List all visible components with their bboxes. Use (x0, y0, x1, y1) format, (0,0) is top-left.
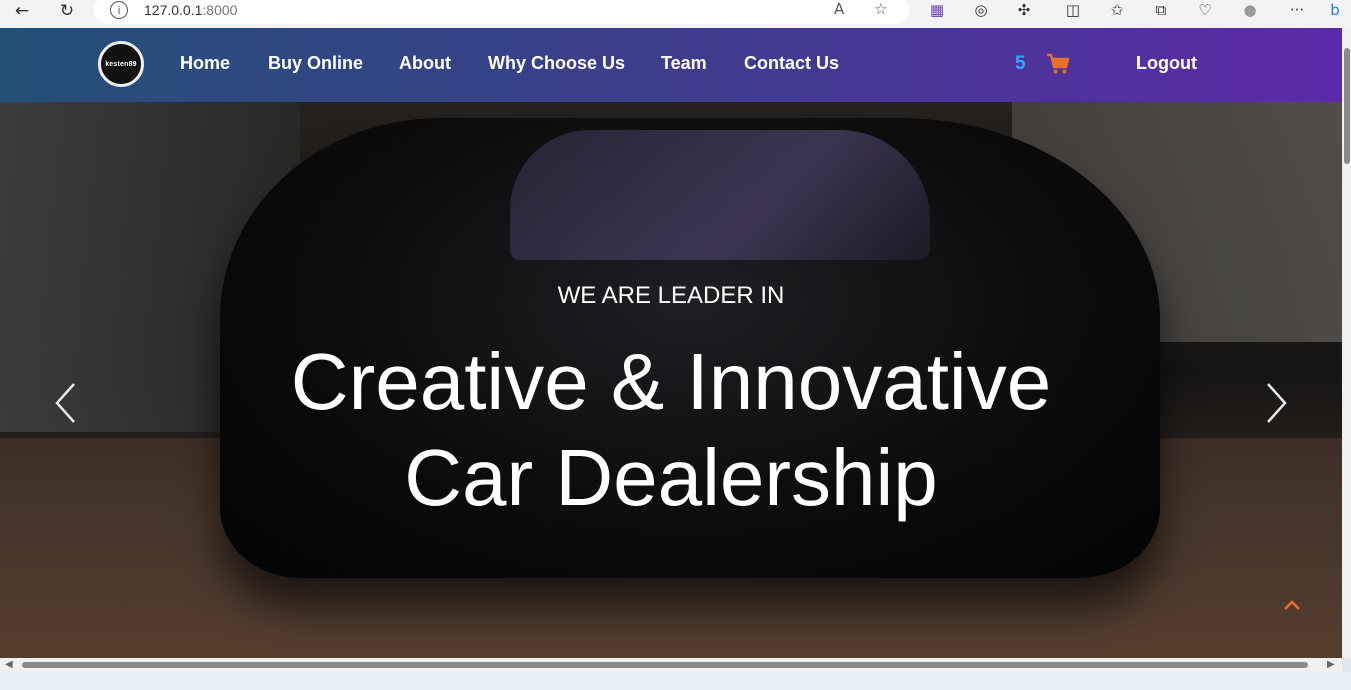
site-logo[interactable]: kesten89 (98, 41, 144, 87)
vertical-scrollbar[interactable] (1342, 28, 1351, 658)
nav-home[interactable]: Home (180, 53, 230, 74)
horizontal-scroll-thumb[interactable] (22, 662, 1308, 668)
extension-grid-icon[interactable]: ▦ (924, 0, 950, 20)
scroll-right-icon[interactable]: ▶ (1327, 659, 1335, 670)
read-aloud-icon[interactable]: A (834, 0, 844, 18)
back-icon[interactable]: ← (8, 0, 36, 22)
extensions-puzzle-icon[interactable]: ✣ (1011, 0, 1037, 20)
hero-title-line1: Creative & Innovative (290, 337, 1052, 426)
logo-text: kesten89 (105, 60, 137, 68)
page-viewport: WE ARE LEADER IN Creative & Innovative C… (0, 28, 1342, 658)
browser-essentials-icon[interactable]: ♡ (1192, 0, 1218, 20)
hero-title: Creative & Innovative Car Dealership (0, 334, 1342, 526)
carousel-prev-icon[interactable] (52, 380, 82, 426)
address-url[interactable]: 127.0.0.1:8000 (144, 2, 237, 18)
cart-count-badge[interactable]: 5 (1015, 53, 1026, 75)
extension-circle-icon[interactable]: ◎ (968, 0, 994, 20)
nav-buy-online[interactable]: Buy Online (268, 53, 363, 74)
navbar: kesten89 Home Buy Online About Why Choos… (0, 28, 1342, 102)
nav-why-choose-us[interactable]: Why Choose Us (488, 53, 625, 74)
back-to-top-icon[interactable] (1282, 598, 1302, 612)
hero-subtitle: WE ARE LEADER IN (557, 282, 785, 309)
hero-title-line2: Car Dealership (404, 433, 938, 522)
nav-about[interactable]: About (399, 53, 451, 74)
scroll-left-icon[interactable]: ◀ (5, 659, 13, 670)
carousel-next-icon[interactable] (1260, 380, 1290, 426)
address-bar[interactable]: i 127.0.0.1:8000 A ☆ (94, 0, 909, 24)
hero-carousel: WE ARE LEADER IN Creative & Innovative C… (0, 28, 1342, 658)
split-screen-icon[interactable]: ◫ (1060, 0, 1086, 20)
shopping-cart-icon[interactable] (1046, 53, 1070, 75)
horizontal-scrollbar[interactable]: ◀ ▶ (0, 658, 1342, 672)
more-menu-icon[interactable]: ··· (1284, 0, 1310, 20)
favorite-star-icon[interactable]: ☆ (874, 0, 887, 18)
copilot-icon[interactable]: b (1322, 0, 1348, 20)
site-info-icon[interactable]: i (110, 1, 128, 19)
vertical-scroll-thumb[interactable] (1344, 48, 1350, 164)
collections-icon[interactable]: ⧉ (1148, 0, 1174, 20)
profile-avatar-icon[interactable]: ● (1237, 0, 1263, 20)
nav-contact-us[interactable]: Contact Us (744, 53, 839, 74)
nav-logout[interactable]: Logout (1136, 53, 1197, 74)
reload-icon[interactable]: ↻ (53, 0, 81, 22)
favorites-icon[interactable]: ✩ (1104, 0, 1130, 20)
nav-team[interactable]: Team (661, 53, 707, 74)
taskbar-strip (0, 672, 1351, 690)
browser-toolbar: ← ↻ i 127.0.0.1:8000 A ☆ ▦ ◎ ✣ ◫ ✩ ⧉ ♡ ●… (0, 0, 1351, 28)
